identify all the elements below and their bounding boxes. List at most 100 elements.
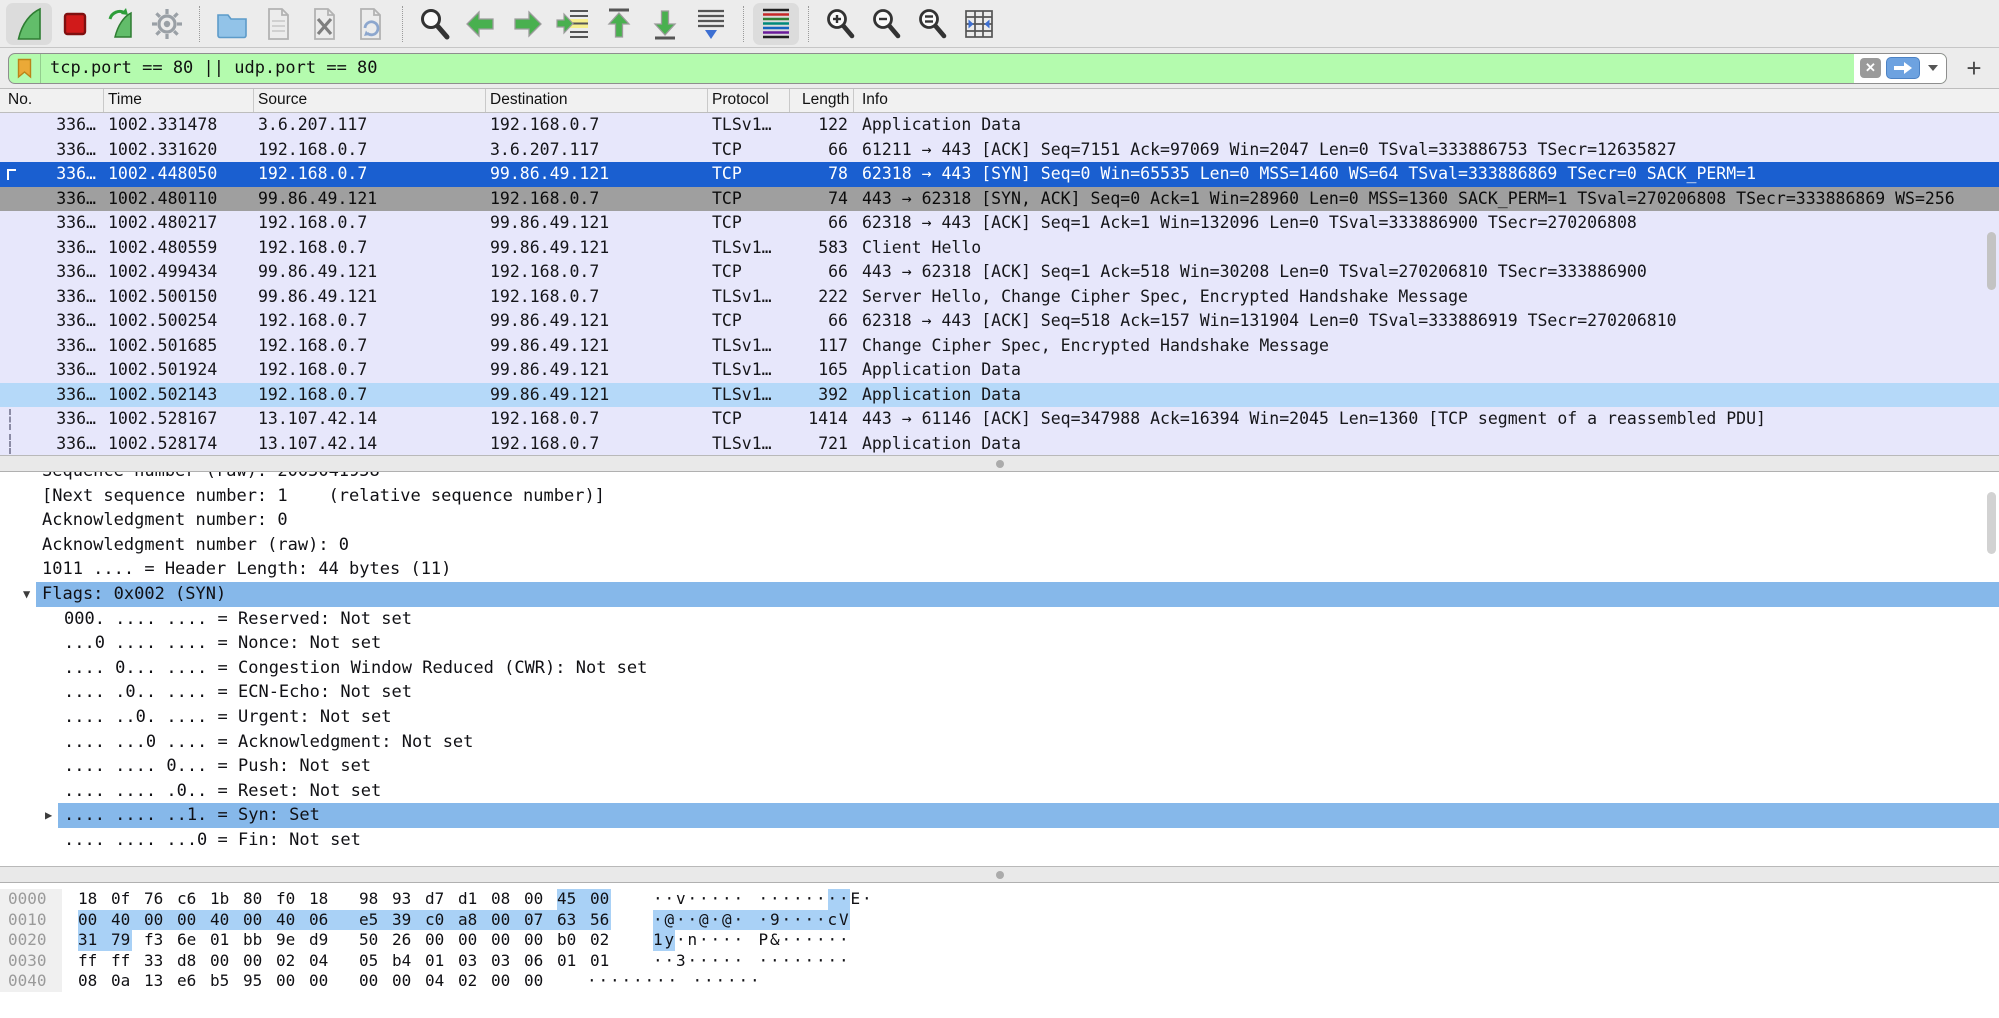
packet-row[interactable]: 336…1002.48011099.86.49.121192.168.0.7TC…	[0, 187, 1999, 212]
detail-row[interactable]: .... .... 0... = Push: Not set	[0, 754, 1999, 779]
detail-row[interactable]: 000. .... .... = Reserved: Not set	[0, 607, 1999, 632]
column-header-source[interactable]: Source	[254, 89, 486, 112]
column-header-destination[interactable]: Destination	[486, 89, 708, 112]
display-filter-input[interactable]: tcp.port == 80 || udp.port == 80 ✕	[8, 53, 1947, 84]
packet-no: 336…	[22, 138, 104, 163]
detail-row[interactable]: 1011 .... = Header Length: 44 bytes (11)	[0, 557, 1999, 582]
filter-apply-icon[interactable]	[1886, 57, 1920, 79]
capture-options-button[interactable]	[144, 3, 190, 45]
detail-row[interactable]: ▶.... .... ..1. = Syn: Set	[0, 803, 1999, 828]
pane-splitter-upper[interactable]	[0, 455, 1999, 472]
detail-row[interactable]: [Next sequence number: 1 (relative seque…	[0, 484, 1999, 509]
first-packet-button[interactable]	[596, 3, 642, 45]
detail-row[interactable]: Sequence number (raw): 2005041958	[0, 472, 1999, 484]
detail-row[interactable]: .... .0.. .... = ECN-Echo: Not set	[0, 680, 1999, 705]
detail-row[interactable]: ...0 .... .... = Nonce: Not set	[0, 631, 1999, 656]
detail-text: .... .... ...0 = Fin: Not set	[0, 830, 361, 850]
add-display-filter-button[interactable]: +	[1959, 53, 1989, 84]
column-header-length[interactable]: Length	[790, 89, 854, 112]
detail-row[interactable]: .... .... ...0 = Fin: Not set	[0, 828, 1999, 853]
detail-row[interactable]: .... ..0. .... = Urgent: Not set	[0, 705, 1999, 730]
packet-dst: 99.86.49.121	[486, 309, 708, 334]
detail-row[interactable]: .... 0... .... = Congestion Window Reduc…	[0, 656, 1999, 681]
packet-row[interactable]: 336…1002.501685192.168.0.799.86.49.121TL…	[0, 334, 1999, 359]
start-capture-button[interactable]	[6, 3, 52, 45]
packet-time: 1002.501685	[104, 334, 254, 359]
detail-text: .... ..0. .... = Urgent: Not set	[0, 707, 392, 727]
zoom-in-button[interactable]	[818, 3, 864, 45]
resize-columns-button[interactable]	[956, 3, 1002, 45]
packet-row[interactable]: 336…1002.50015099.86.49.121192.168.0.7TL…	[0, 285, 1999, 310]
packet-row[interactable]: 336…1002.3314783.6.207.117192.168.0.7TLS…	[0, 113, 1999, 138]
expander-closed-icon[interactable]: ▶	[45, 803, 52, 828]
packet-list-scrollbar-thumb[interactable]	[1987, 232, 1996, 290]
packet-no: 336…	[22, 383, 104, 408]
packet-row[interactable]: 336…1002.49943499.86.49.121192.168.0.7TC…	[0, 260, 1999, 285]
related-packet-gutter	[0, 358, 22, 383]
column-header-no[interactable]: No.	[0, 89, 104, 112]
packet-row[interactable]: 336…1002.480217192.168.0.799.86.49.121TC…	[0, 211, 1999, 236]
packet-proto: TCP	[708, 260, 790, 285]
hex-row[interactable]: 0040080a13e6b5950000000004020000········…	[0, 971, 1999, 992]
filter-dropdown-caret[interactable]	[1928, 65, 1938, 71]
details-scrollbar-thumb[interactable]	[1987, 492, 1996, 554]
packet-row[interactable]: 336…1002.480559192.168.0.799.86.49.121TL…	[0, 236, 1999, 261]
hex-row[interactable]: 00203179f36e01bb9ed9502600000000b0021y·n…	[0, 930, 1999, 951]
hex-bytes: 180f76c61b80f0189893d7d108004500	[78, 889, 623, 908]
packet-no: 336…	[22, 113, 104, 138]
close-file-button[interactable]	[301, 3, 347, 45]
packet-no: 336…	[22, 432, 104, 456]
packet-row[interactable]: 336…1002.502143192.168.0.799.86.49.121TL…	[0, 383, 1999, 408]
packet-src: 13.107.42.14	[254, 432, 486, 456]
zoom-reset-button[interactable]	[910, 3, 956, 45]
detail-row[interactable]: ▼Flags: 0x002 (SYN)	[0, 582, 1999, 607]
packet-proto: TLSv1…	[708, 236, 790, 261]
previous-packet-button[interactable]	[458, 3, 504, 45]
hex-row[interactable]: 0000180f76c61b80f0189893d7d108004500··v·…	[0, 889, 1999, 910]
packet-dst: 192.168.0.7	[486, 187, 708, 212]
detail-row[interactable]: Acknowledgment number (raw): 0	[0, 533, 1999, 558]
packet-time: 1002.480110	[104, 187, 254, 212]
packet-len: 74	[790, 187, 854, 212]
packet-dst: 99.86.49.121	[486, 334, 708, 359]
packet-details-pane: Sequence number (raw): 2005041958[Next s…	[0, 472, 1999, 866]
detail-row[interactable]: Acknowledgment number: 0	[0, 508, 1999, 533]
filter-bookmark-icon[interactable]	[9, 54, 41, 83]
detail-row[interactable]: .... ...0 .... = Acknowledgment: Not set	[0, 730, 1999, 755]
packet-row[interactable]: 336…1002.52817413.107.42.14192.168.0.7TL…	[0, 432, 1999, 456]
column-header-info[interactable]: Info	[854, 89, 1999, 112]
hex-offset: 0040	[0, 971, 62, 992]
hex-row[interactable]: 0030ffff33d80000020405b4010303060101··3·…	[0, 951, 1999, 972]
next-packet-button[interactable]	[504, 3, 550, 45]
stop-capture-button[interactable]	[52, 3, 98, 45]
packet-no: 336…	[22, 407, 104, 432]
filter-clear-icon[interactable]: ✕	[1860, 58, 1881, 78]
save-file-button[interactable]	[255, 3, 301, 45]
packet-row[interactable]: 336…1002.500254192.168.0.799.86.49.121TC…	[0, 309, 1999, 334]
filter-controls: ✕	[1854, 54, 1946, 83]
reload-file-button[interactable]	[347, 3, 393, 45]
goto-packet-button[interactable]	[550, 3, 596, 45]
column-header-time[interactable]: Time	[104, 89, 254, 112]
last-packet-button[interactable]	[642, 3, 688, 45]
packet-row[interactable]: 336…1002.501924192.168.0.799.86.49.121TL…	[0, 358, 1999, 383]
restart-capture-button[interactable]	[98, 3, 144, 45]
colorize-button[interactable]	[753, 3, 799, 45]
splitter-handle-icon	[996, 871, 1004, 879]
pane-splitter-lower[interactable]	[0, 866, 1999, 883]
packet-row[interactable]: 336…1002.52816713.107.42.14192.168.0.7TC…	[0, 407, 1999, 432]
packet-row[interactable]: 336…1002.448050192.168.0.799.86.49.121TC…	[0, 162, 1999, 187]
hex-bytes: 3179f36e01bb9ed9502600000000b002	[78, 930, 623, 949]
open-file-button[interactable]	[209, 3, 255, 45]
packet-row[interactable]: 336…1002.331620192.168.0.73.6.207.117TCP…	[0, 138, 1999, 163]
expander-open-icon[interactable]: ▼	[23, 582, 30, 607]
column-header-protocol[interactable]: Protocol	[708, 89, 790, 112]
hex-row[interactable]: 00100040000040004006e539c0a800076356·@··…	[0, 910, 1999, 931]
packet-time: 1002.480217	[104, 211, 254, 236]
detail-row[interactable]: .... .... .0.. = Reset: Not set	[0, 779, 1999, 804]
filter-query-text[interactable]: tcp.port == 80 || udp.port == 80	[41, 58, 1854, 78]
zoom-out-button[interactable]	[864, 3, 910, 45]
find-packet-button[interactable]	[412, 3, 458, 45]
packet-time: 1002.331478	[104, 113, 254, 138]
autoscroll-button[interactable]	[688, 3, 734, 45]
